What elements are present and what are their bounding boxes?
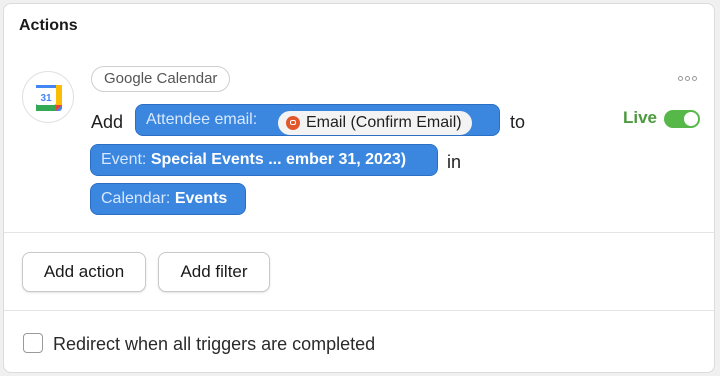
live-toggle[interactable] (664, 110, 700, 128)
calendar-token-value: Events (174, 190, 228, 207)
app-name-pill: Google Calendar (91, 66, 231, 92)
calendar-token-key: Calendar: (101, 190, 171, 207)
email-field-chip[interactable]: Email (Confirm Email) (278, 111, 472, 135)
actions-card: Actions 31 Google Calendar Add Attendee … (3, 3, 715, 373)
event-token[interactable]: Event: Special Events ... ember 31, 2023… (90, 144, 438, 176)
event-token-key: Event: (101, 151, 147, 168)
divider (4, 232, 714, 233)
in-word: in (447, 152, 462, 172)
redirect-label: Redirect when all triggers are completed (53, 334, 376, 354)
svg-text:31: 31 (40, 93, 52, 104)
toggle-knob (684, 112, 698, 126)
section-title: Actions (19, 17, 78, 34)
redirect-checkbox[interactable] (23, 333, 43, 353)
form-icon (286, 116, 300, 130)
event-token-value: Special Events ... ember 31, 2023) (150, 151, 407, 168)
email-field-chip-label: Email (Confirm Email) (306, 114, 462, 131)
action-verb: Add (91, 112, 124, 132)
add-action-button[interactable]: Add action (22, 252, 146, 292)
add-filter-button[interactable]: Add filter (158, 252, 270, 292)
status-label: Live (623, 108, 658, 127)
to-word: to (510, 112, 526, 132)
calendar-token[interactable]: Calendar: Events (90, 183, 246, 215)
attendee-email-key: Attendee email: (146, 111, 258, 128)
divider (4, 310, 714, 311)
more-options-icon[interactable] (678, 76, 700, 84)
google-calendar-icon: 31 (22, 71, 74, 123)
